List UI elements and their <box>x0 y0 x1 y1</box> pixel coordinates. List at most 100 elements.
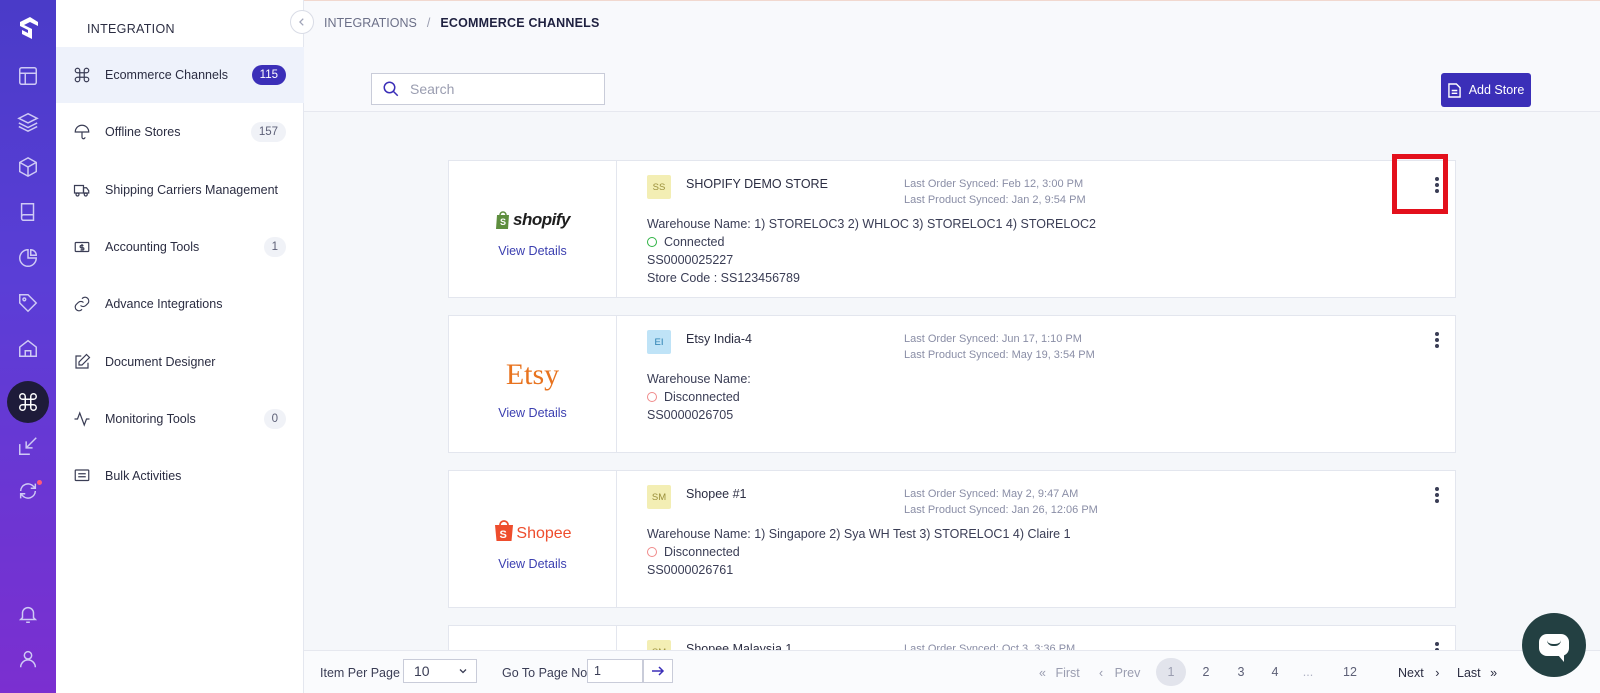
store-name: Etsy India-4 <box>686 332 753 346</box>
document-icon <box>1447 82 1461 98</box>
shopee-wordmark: Shopee <box>516 525 572 542</box>
sidebar-item-document-designer[interactable]: Document Designer <box>56 334 304 390</box>
store-details: Warehouse Name: Disconnected SS000002670… <box>647 370 751 424</box>
arrow-right-icon <box>652 666 665 676</box>
last-order-synced: Last Order Synced: May 2, 9:47 AM <box>904 488 1079 500</box>
page-button[interactable]: 4 <box>1260 658 1290 686</box>
collapse-sidebar-button[interactable] <box>290 10 314 34</box>
add-store-label: Add Store <box>1468 83 1525 97</box>
sidebar-item-shipping-carriers[interactable]: Shipping Carriers Management <box>56 162 304 218</box>
connection-status: Disconnected <box>647 388 751 406</box>
sidebar-item-label: Document Designer <box>105 355 216 369</box>
item-per-page-select[interactable]: 10 <box>403 659 477 683</box>
search-box <box>371 73 605 105</box>
page-button[interactable]: 2 <box>1191 658 1221 686</box>
layers-icon[interactable] <box>14 108 42 136</box>
chat-widget-button[interactable] <box>1522 613 1586 677</box>
double-chevron-right-icon: » <box>1490 666 1498 680</box>
import-icon[interactable] <box>14 432 42 460</box>
sidebar-item-label: Advance Integrations <box>105 297 223 311</box>
store-logo-panel: Etsy View Details <box>449 316 617 452</box>
item-per-page-label: Item Per Page <box>320 666 400 680</box>
more-options-icon[interactable] <box>1429 483 1445 507</box>
page-button[interactable]: 12 <box>1335 658 1365 686</box>
connection-status: Connected <box>647 233 1096 251</box>
sidebar-item-ecommerce-channels[interactable]: Ecommerce Channels 115 <box>56 47 304 103</box>
shopee-bag-icon: S <box>495 520 514 541</box>
prev-page-button[interactable]: ‹ Prev <box>1099 666 1140 680</box>
package-icon[interactable] <box>14 153 42 181</box>
next-label: Next <box>1398 666 1424 680</box>
icon-rail <box>0 0 56 693</box>
chevron-right-icon: › <box>1435 666 1440 680</box>
count-badge: 115 <box>251 65 286 85</box>
sidebar-item-monitoring-tools[interactable]: Monitoring Tools 0 <box>56 391 304 447</box>
search-input[interactable] <box>410 81 590 97</box>
status-text: Disconnected <box>664 390 740 404</box>
sidebar-item-label: Offline Stores <box>105 125 181 139</box>
goto-page-button[interactable] <box>643 659 673 683</box>
status-text: Connected <box>664 235 725 249</box>
pie-chart-icon[interactable] <box>14 244 42 272</box>
status-text: Disconnected <box>664 545 740 559</box>
etsy-logo: Etsy <box>505 358 560 391</box>
count-badge: 0 <box>263 409 286 429</box>
page-button[interactable]: 1 <box>1156 658 1186 686</box>
tag-icon[interactable] <box>14 289 42 317</box>
warehouse-name: Warehouse Name: 1) STORELOC3 2) WHLOC 3)… <box>647 217 1096 231</box>
breadcrumb: INTEGRATIONS / ECOMMERCE CHANNELS <box>324 16 600 30</box>
page-button[interactable]: 3 <box>1226 658 1256 686</box>
shopify-bag-icon: S <box>496 211 510 229</box>
chevron-left-icon: ‹ <box>1099 666 1104 680</box>
sync-info: Last Order Synced: Feb 12, 3:00 PM Last … <box>904 176 1086 208</box>
count-badge: 157 <box>250 122 286 142</box>
command-icon <box>72 65 92 85</box>
sidebar-item-accounting-tools[interactable]: Accounting Tools 1 <box>56 219 304 275</box>
last-page-button[interactable]: Last » <box>1457 666 1497 680</box>
view-details-link[interactable]: View Details <box>498 557 567 571</box>
breadcrumb-separator: / <box>426 16 431 30</box>
highlight-box <box>1392 154 1448 214</box>
list-icon <box>72 466 92 486</box>
item-per-page-value: 10 <box>414 663 430 679</box>
status-dot-icon <box>647 547 657 557</box>
breadcrumb-current: ECOMMERCE CHANNELS <box>440 16 600 30</box>
command-icon[interactable] <box>7 381 49 423</box>
store-id: SS0000025227 <box>647 253 734 267</box>
view-details-link[interactable]: View Details <box>498 406 567 420</box>
store-id: SS0000026705 <box>647 408 734 422</box>
edit-icon <box>72 352 92 372</box>
view-details-link[interactable]: View Details <box>498 244 567 258</box>
book-icon[interactable] <box>14 198 42 226</box>
store-name: SHOPIFY DEMO STORE <box>686 177 828 191</box>
layout-icon[interactable] <box>14 62 42 90</box>
add-store-button[interactable]: Add Store <box>1441 73 1531 107</box>
sidebar-item-offline-stores[interactable]: Offline Stores 157 <box>56 104 304 160</box>
bell-icon[interactable] <box>14 600 42 628</box>
link-icon <box>72 294 92 314</box>
first-page-button[interactable]: « First <box>1039 666 1080 680</box>
user-icon[interactable] <box>14 645 42 673</box>
next-page-button[interactable]: Next › <box>1398 666 1439 680</box>
search-icon <box>383 81 399 97</box>
svg-text:S: S <box>500 529 507 541</box>
store-logo-panel: S Shopee View Details <box>449 471 617 607</box>
home-icon[interactable] <box>14 334 42 362</box>
sidebar-item-bulk-activities[interactable]: Bulk Activities <box>56 448 304 504</box>
store-card: S shopify View Details SS SHOPIFY DEMO S… <box>448 154 1456 298</box>
page-header: INTEGRATIONS / ECOMMERCE CHANNELS Add St… <box>304 0 1600 112</box>
truck-icon <box>72 180 92 200</box>
goto-page-label: Go To Page No. <box>502 666 591 680</box>
svg-text:S: S <box>500 217 506 227</box>
last-product-synced: Last Product Synced: Jan 2, 9:54 PM <box>904 194 1086 206</box>
breadcrumb-integrations[interactable]: INTEGRATIONS <box>324 16 417 30</box>
app-logo-icon[interactable] <box>14 14 42 42</box>
double-chevron-left-icon: « <box>1039 666 1046 680</box>
store-avatar: EI <box>647 330 671 354</box>
status-dot-icon <box>647 237 657 247</box>
goto-page-input[interactable]: 1 <box>587 659 643 683</box>
more-options-icon[interactable] <box>1429 328 1445 352</box>
pagination-bar: Item Per Page 10 Go To Page No. 1 « Firs… <box>304 650 1600 693</box>
count-badge: 1 <box>263 237 286 257</box>
sidebar-item-advance-integrations[interactable]: Advance Integrations <box>56 276 304 332</box>
